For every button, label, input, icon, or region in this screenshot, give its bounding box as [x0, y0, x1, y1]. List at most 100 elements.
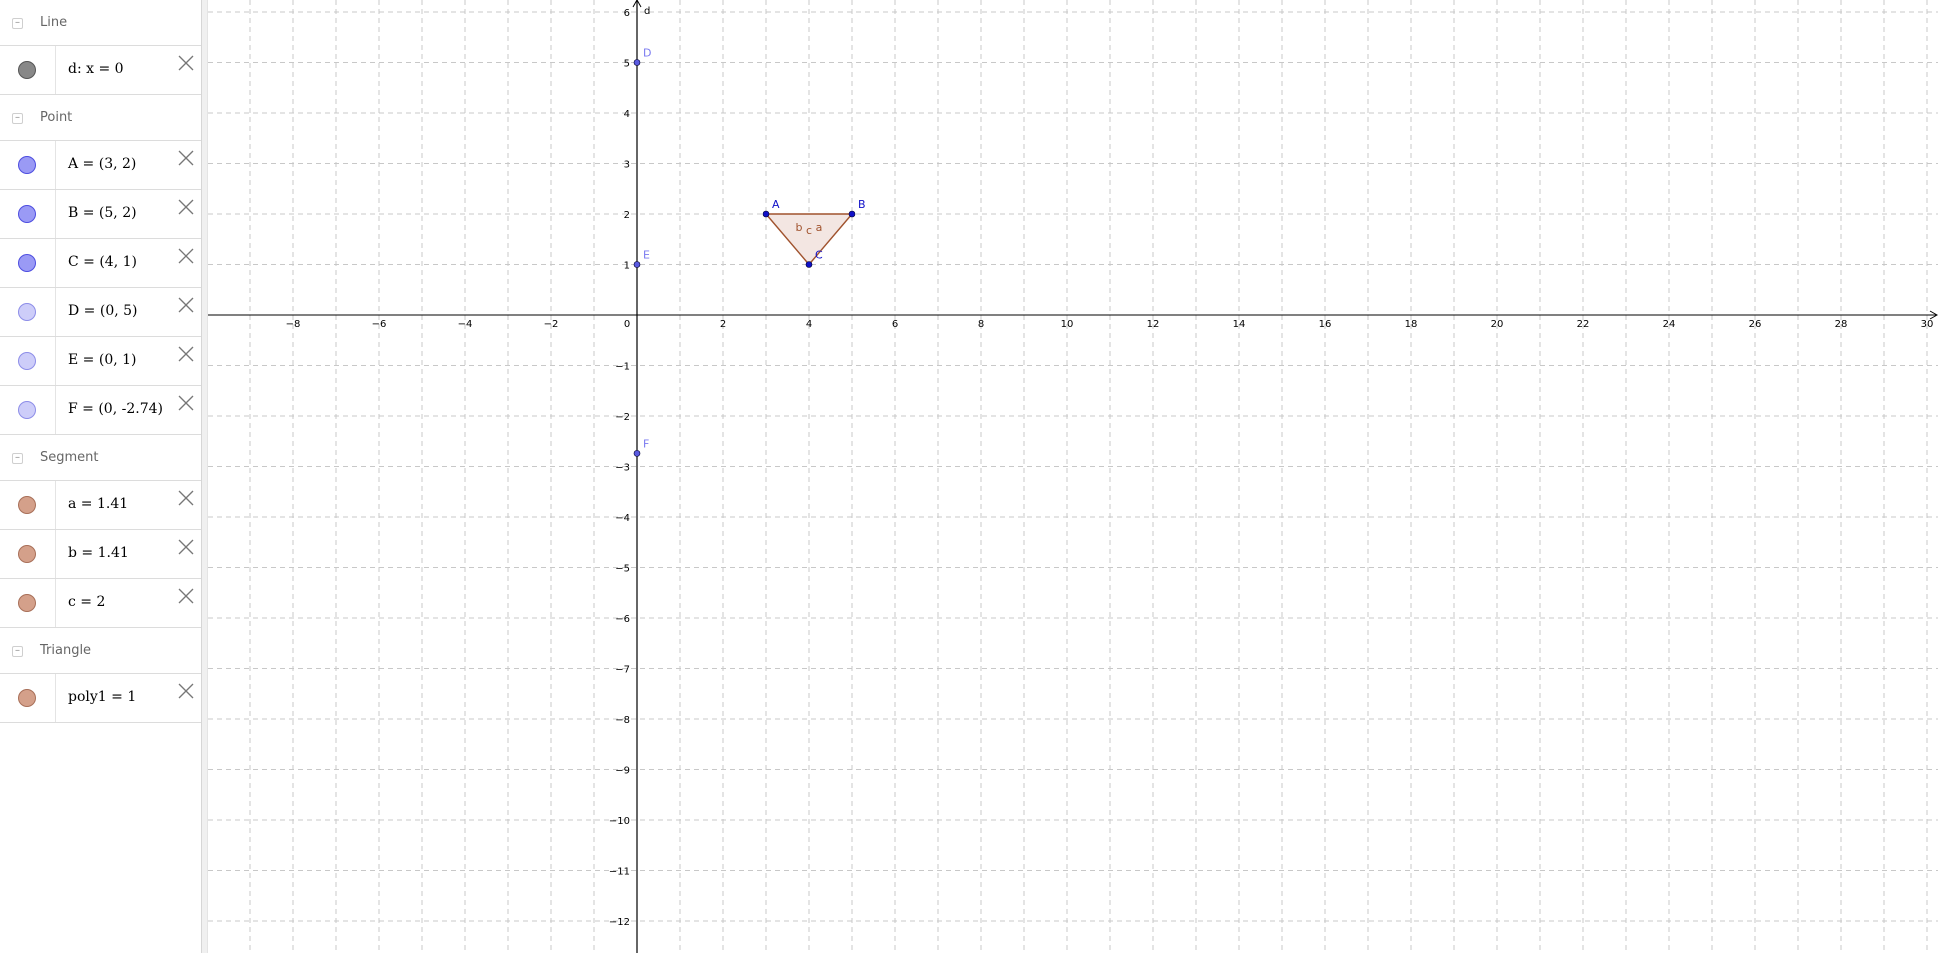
view-splitter[interactable] [201, 0, 208, 953]
coordinate-plane[interactable]: d −8 −6 −4 −2 0 2 4 6 8 10 12 14 16 18 20 22 24 26 28 30 65… [208, 0, 1938, 953]
visibility-toggle-icon[interactable] [18, 352, 36, 370]
point-B[interactable] [848, 210, 856, 218]
algebra-item-value[interactable]: A = (3, 2) [68, 156, 136, 172]
y-tick-label: 6 [624, 8, 630, 19]
graphics-view[interactable]: d −8 −6 −4 −2 0 2 4 6 8 10 12 14 16 18 20 22 24 26 28 30 65… [208, 0, 1938, 953]
visibility-toggle-icon[interactable] [18, 689, 36, 707]
delete-icon[interactable] [177, 489, 195, 507]
visibility-cell [0, 386, 56, 434]
y-tick-label: −10 [609, 816, 630, 827]
delete-icon[interactable] [177, 296, 195, 314]
visibility-toggle-icon[interactable] [18, 205, 36, 223]
algebra-item-value[interactable]: C = (4, 1) [68, 254, 137, 270]
delete-icon[interactable] [177, 587, 195, 605]
point-label-D: D [643, 47, 651, 60]
point-A[interactable] [762, 210, 770, 218]
algebra-item-value[interactable]: D = (0, 5) [68, 303, 138, 319]
point-C[interactable] [805, 261, 813, 268]
visibility-toggle-icon[interactable] [18, 156, 36, 174]
x-tick-label: 24 [1663, 319, 1676, 330]
point-label-B: B [858, 198, 866, 211]
visibility-cell [0, 579, 56, 627]
point-F[interactable] [633, 450, 641, 457]
visibility-toggle-icon[interactable] [18, 496, 36, 514]
algebra-item-value[interactable]: poly1 = 1 [68, 689, 136, 705]
visibility-cell [0, 46, 56, 94]
visibility-toggle-icon[interactable] [18, 594, 36, 612]
algebra-item[interactable]: B = (5, 2) [0, 190, 201, 239]
x-tick-label: 20 [1491, 319, 1504, 330]
x-tick-label: 0 [624, 319, 630, 330]
delete-icon[interactable] [177, 54, 195, 72]
algebra-item-value[interactable]: F = (0, -2.74) [68, 401, 163, 417]
collapse-toggle-icon[interactable]: – [12, 453, 23, 464]
algebra-view: – Line d: x = 0 – Point A = (3, 2) B = (5, 2) C… [0, 0, 201, 953]
algebra-item[interactable]: b = 1.41 [0, 530, 201, 579]
visibility-cell [0, 288, 56, 336]
visibility-cell [0, 530, 56, 578]
algebra-item[interactable]: a = 1.41 [0, 481, 201, 530]
visibility-toggle-icon[interactable] [18, 401, 36, 419]
algebra-item[interactable]: C = (4, 1) [0, 239, 201, 288]
group-header-segment: – Segment [0, 435, 201, 481]
algebra-item[interactable]: d: x = 0 [0, 46, 201, 95]
x-tick-label: 18 [1405, 319, 1418, 330]
x-tick-label: 12 [1147, 319, 1160, 330]
algebra-item-value[interactable]: E = (0, 1) [68, 352, 137, 368]
visibility-toggle-icon[interactable] [18, 254, 36, 272]
triangle-poly1[interactable] [766, 214, 852, 265]
y-tick-label: 5 [624, 59, 630, 70]
y-tick-label: −1 [615, 362, 630, 373]
x-tick-label: −4 [458, 319, 473, 330]
collapse-toggle-icon[interactable]: – [12, 18, 23, 29]
y-tick-label: −12 [609, 917, 630, 928]
y-tick-label: 3 [624, 160, 630, 171]
collapse-toggle-icon[interactable]: – [12, 646, 23, 657]
x-axis-ticks: −8 −6 −4 −2 0 2 4 6 8 10 12 14 16 18 20 22 24 26 28 30 [286, 319, 1934, 330]
delete-icon[interactable] [177, 682, 195, 700]
point-E[interactable] [633, 261, 641, 268]
algebra-item-value[interactable]: d: x = 0 [68, 61, 124, 77]
algebra-item-value[interactable]: c = 2 [68, 594, 105, 610]
collapse-toggle-icon[interactable]: – [12, 113, 23, 124]
x-tick-label: −6 [372, 319, 387, 330]
axes: d [208, 0, 1938, 953]
algebra-item[interactable]: A = (3, 2) [0, 141, 201, 190]
point-label-E: E [643, 249, 650, 262]
y-tick-label: 1 [624, 261, 630, 272]
x-tick-label: 8 [978, 319, 984, 330]
delete-icon[interactable] [177, 345, 195, 363]
delete-icon[interactable] [177, 538, 195, 556]
group-header-triangle: – Triangle [0, 628, 201, 674]
algebra-item[interactable]: E = (0, 1) [0, 337, 201, 386]
delete-icon[interactable] [177, 394, 195, 412]
x-tick-label: −2 [544, 319, 559, 330]
algebra-item-value[interactable]: a = 1.41 [68, 496, 128, 512]
algebra-item[interactable]: c = 2 [0, 579, 201, 628]
group-header-line: – Line [0, 0, 201, 46]
visibility-cell [0, 239, 56, 287]
visibility-toggle-icon[interactable] [18, 303, 36, 321]
y-tick-label: −7 [615, 665, 630, 676]
construction-objects[interactable]: b c a A B C D E F [633, 47, 866, 457]
point-D[interactable] [633, 59, 641, 66]
visibility-toggle-icon[interactable] [18, 61, 36, 79]
algebra-item[interactable]: poly1 = 1 [0, 674, 201, 723]
group-label: Line [40, 15, 68, 30]
grid [208, 0, 1938, 953]
line-label-d: d [644, 6, 650, 17]
algebra-item-value[interactable]: b = 1.41 [68, 545, 129, 561]
visibility-toggle-icon[interactable] [18, 545, 36, 563]
visibility-cell [0, 674, 56, 722]
algebra-item[interactable]: D = (0, 5) [0, 288, 201, 337]
algebra-item-value[interactable]: B = (5, 2) [68, 205, 137, 221]
delete-icon[interactable] [177, 198, 195, 216]
x-tick-label: 28 [1835, 319, 1848, 330]
point-label-F: F [643, 437, 649, 450]
x-tick-label: −8 [286, 319, 301, 330]
delete-icon[interactable] [177, 149, 195, 167]
delete-icon[interactable] [177, 247, 195, 265]
x-tick-label: 30 [1921, 319, 1934, 330]
x-tick-label: 2 [720, 319, 726, 330]
algebra-item[interactable]: F = (0, -2.74) [0, 386, 201, 435]
